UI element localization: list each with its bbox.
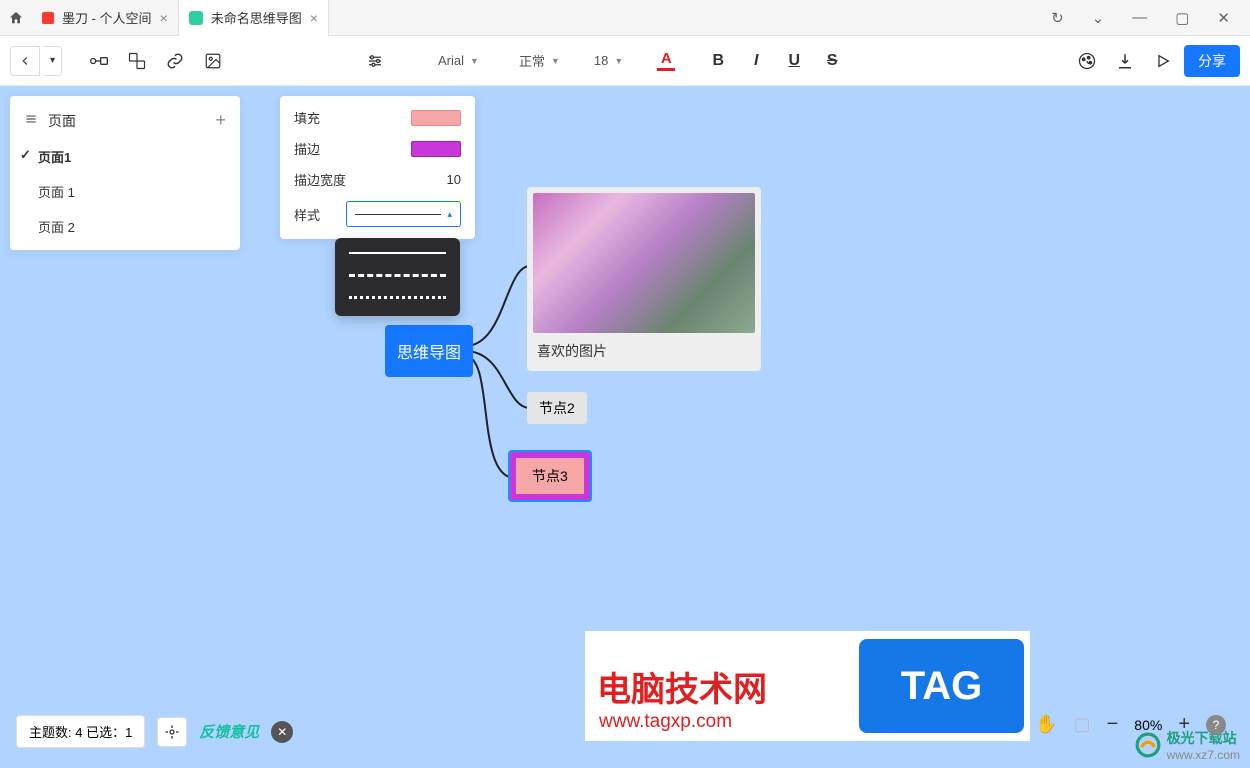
back-button[interactable]	[10, 46, 40, 76]
doc-icon	[189, 11, 203, 25]
status-bar: 主题数: 4 已选：1 反馈意见 ✕	[16, 715, 293, 748]
image-caption: 喜欢的图片	[533, 333, 755, 365]
stroke-width-label: 描边宽度	[294, 170, 411, 189]
tab-workspace[interactable]: 墨刀 - 个人空间 ×	[32, 0, 179, 36]
underline-icon[interactable]: U	[777, 44, 811, 78]
zoom-value: 80%	[1134, 717, 1162, 733]
shapes-tool-icon[interactable]	[120, 44, 154, 78]
settings-icon[interactable]	[358, 44, 392, 78]
zoom-controls: ✋ ▢ − 80% + ?	[1035, 713, 1226, 736]
image-thumbnail	[533, 193, 755, 333]
toolbar: ▾ Arial ▼ 正常 ▼ 18 ▼ A B I U S	[0, 36, 1250, 86]
strike-icon[interactable]: S	[815, 44, 849, 78]
close-icon[interactable]: ×	[310, 10, 318, 26]
chevron-down-icon: ▼	[614, 56, 623, 66]
italic-icon[interactable]: I	[739, 44, 773, 78]
mindmap-node-3-selected[interactable]: 节点3	[510, 452, 590, 500]
zoom-out-button[interactable]: −	[1107, 713, 1119, 736]
style-panel: 填充 描边 描边宽度 10 样式 ▴	[280, 96, 475, 239]
minimize-icon[interactable]: —	[1132, 9, 1147, 27]
line-option-dashed[interactable]	[349, 270, 446, 280]
line-option-dotted[interactable]	[349, 292, 446, 302]
hand-tool-icon[interactable]: ✋	[1035, 714, 1057, 735]
watermark-title: 电脑技术网	[585, 662, 767, 711]
refresh-icon[interactable]: ↻	[1051, 9, 1064, 27]
image-tool-icon[interactable]	[196, 44, 230, 78]
mindmap-image-node[interactable]: 喜欢的图片	[527, 187, 761, 371]
topic-stats: 主题数: 4 已选：1	[16, 715, 145, 748]
fill-label: 填充	[294, 108, 411, 127]
feedback-close-icon[interactable]: ✕	[271, 721, 293, 743]
style-label: 样式	[294, 205, 346, 224]
font-value: Arial	[438, 53, 464, 68]
caret-icon: ▴	[447, 209, 452, 220]
pages-panel: 页面 + 页面1 页面 1 页面 2	[10, 96, 240, 250]
stroke-label: 描边	[294, 139, 411, 158]
theme-icon[interactable]	[1070, 44, 1104, 78]
help-icon[interactable]: ?	[1206, 715, 1226, 735]
pages-title: 页面	[48, 111, 76, 131]
close-window-icon[interactable]: ✕	[1217, 9, 1230, 27]
center-view-button[interactable]	[157, 717, 187, 747]
list-icon	[24, 112, 38, 129]
fill-swatch[interactable]	[411, 110, 461, 126]
maximize-icon[interactable]: ▢	[1175, 9, 1189, 27]
page-item[interactable]: 页面1	[10, 139, 240, 174]
size-dropdown[interactable]: 18 ▼	[586, 46, 631, 76]
line-style-dropdown[interactable]: ▴	[346, 201, 461, 227]
close-icon[interactable]: ×	[160, 10, 168, 26]
watermark-tag: TAG	[859, 639, 1024, 733]
tab-label: 墨刀 - 个人空间	[62, 8, 152, 27]
chevron-down-icon[interactable]: ⌄	[1092, 9, 1105, 27]
stroke-width-value[interactable]: 10	[411, 172, 461, 187]
feedback-link[interactable]: 反馈意见	[199, 721, 259, 742]
fit-view-icon[interactable]: ▢	[1074, 714, 1091, 735]
link-tool-icon[interactable]	[158, 44, 192, 78]
title-bar: 墨刀 - 个人空间 × 未命名思维导图 × ↻ ⌄ — ▢ ✕	[0, 0, 1250, 36]
mindmap-root-node[interactable]: 思维导图	[385, 325, 473, 377]
page-item[interactable]: 页面 1	[10, 174, 240, 209]
pages-header: 页面 +	[10, 102, 240, 139]
font-dropdown[interactable]: Arial ▼	[430, 46, 487, 76]
stroke-swatch[interactable]	[411, 141, 461, 157]
window-controls: ↻ ⌄ — ▢ ✕	[1031, 9, 1250, 27]
home-icon[interactable]	[0, 0, 32, 36]
canvas[interactable]: 思维导图 喜欢的图片 节点2 节点3 页面 + 页面1 页面 1 页面 2 填充…	[0, 86, 1250, 768]
dl-url: www.xz7.com	[1167, 748, 1240, 762]
page-item[interactable]: 页面 2	[10, 209, 240, 244]
share-button[interactable]: 分享	[1184, 45, 1240, 77]
tab-label: 未命名思维导图	[211, 8, 302, 27]
weight-dropdown[interactable]: 正常 ▼	[511, 46, 568, 76]
weight-value: 正常	[519, 51, 545, 70]
play-icon[interactable]	[1146, 44, 1180, 78]
chevron-down-icon: ▼	[470, 56, 479, 66]
zoom-in-button[interactable]: +	[1178, 713, 1190, 736]
mindmap-node-2[interactable]: 节点2	[527, 392, 587, 424]
chevron-down-icon: ▼	[551, 56, 560, 66]
tab-mindmap[interactable]: 未命名思维导图 ×	[179, 0, 329, 36]
text-color-icon[interactable]: A	[649, 44, 683, 78]
download-icon[interactable]	[1108, 44, 1142, 78]
line-option-solid[interactable]	[349, 248, 446, 258]
line-style-menu	[335, 238, 460, 316]
watermark-url: www.tagxp.com	[599, 711, 732, 733]
solid-line-preview	[355, 214, 441, 215]
app-icon	[42, 12, 54, 24]
watermark-logo: 电脑技术网 www.tagxp.com TAG	[585, 631, 1030, 741]
node-tool-icon[interactable]	[82, 44, 116, 78]
size-value: 18	[594, 53, 608, 68]
back-dropdown[interactable]: ▾	[44, 46, 62, 76]
bold-icon[interactable]: B	[701, 44, 735, 78]
add-page-button[interactable]: +	[215, 110, 226, 131]
